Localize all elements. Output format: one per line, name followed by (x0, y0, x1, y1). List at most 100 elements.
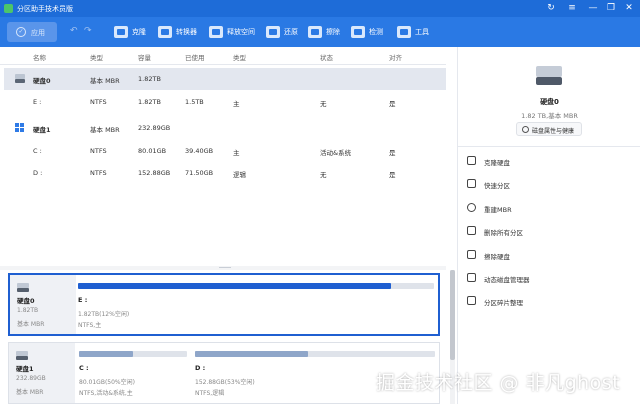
menu-icon[interactable]: ≡ (565, 2, 579, 15)
header-type[interactable]: 类型 (90, 52, 103, 62)
rebuild-mbr-icon (467, 203, 476, 212)
clone-icon (114, 26, 128, 38)
partition-capacity: 1.82TB(12%空闲) (78, 311, 130, 318)
header-align[interactable]: 对齐 (389, 52, 402, 62)
row-type: 基本 MBR (90, 77, 120, 85)
toolbar-clone[interactable]: 克隆 (114, 23, 146, 41)
op-label: 重建MBR (484, 206, 512, 214)
row-align: 是 (389, 171, 396, 179)
title-bar: 分区助手技术员版 ↻ ≡ — ❐ ✕ (0, 0, 640, 17)
partition-name: D : (195, 364, 206, 372)
row-name: E : (33, 98, 42, 106)
refresh-icon[interactable]: ↻ (544, 2, 558, 15)
row-name: 硬盘0 (33, 77, 51, 85)
minimize-button[interactable]: — (586, 2, 600, 15)
restore-button[interactable]: ❐ (604, 2, 618, 15)
op-dynamic-disk-manager[interactable]: 动态磁盘管理器 (467, 271, 627, 285)
partition-usage-bar (195, 351, 435, 357)
op-label: 克隆硬盘 (484, 159, 510, 167)
toolbar-restore[interactable]: 还原 (266, 23, 298, 41)
row-name: C : (33, 147, 42, 155)
disk-name: 硬盘1 (16, 365, 34, 373)
hdd-icon (17, 283, 29, 292)
disk-type: 基本 MBR (16, 389, 44, 396)
right-panel: 硬盘0 1.82 TB,基本 MBR 磁盘属性与健康 克隆硬盘 快速分区 重建M… (457, 47, 640, 404)
close-button[interactable]: ✕ (622, 2, 636, 15)
toolbar-label: 还原 (284, 28, 298, 36)
splitter-grip[interactable] (219, 267, 231, 268)
tools-icon (397, 26, 411, 38)
op-quick-partition[interactable]: 快速分区 (467, 177, 627, 191)
toolbar-label: 检测 (369, 28, 383, 36)
row-type: 基本 MBR (90, 126, 120, 134)
toolbar-converter[interactable]: 转换器 (158, 23, 197, 41)
toolbar-check[interactable]: 检测 (351, 23, 383, 41)
row-status: 无 (320, 171, 327, 179)
row-fstype: 主 (233, 100, 240, 108)
op-rebuild-mbr[interactable]: 重建MBR (467, 201, 627, 215)
op-defrag[interactable]: 分区碎片整理 (467, 294, 627, 308)
op-label: 动态磁盘管理器 (484, 276, 530, 284)
redo-icon[interactable]: ↷ (84, 26, 92, 36)
windows-disk-icon (15, 123, 25, 132)
restore-icon (266, 26, 280, 38)
wipe-icon (308, 26, 322, 38)
header-name[interactable]: 名称 (33, 52, 46, 62)
divider (458, 146, 640, 147)
watermark: 掘金技术社区 @ 非凡ghost (376, 372, 621, 394)
partition-fs: NTFS,活动&系统,主 (79, 390, 133, 397)
delete-all-partitions-icon (467, 226, 476, 235)
convert-icon (158, 26, 172, 38)
toolbar-tools[interactable]: 工具 (397, 23, 429, 41)
undo-icon[interactable]: ↶ (70, 26, 78, 36)
table-row-partition-d[interactable]: D : NTFS 152.88GB 71.50GB 逻辑 无 是 (4, 162, 446, 184)
table-row-disk0[interactable]: 硬盘0 基本 MBR 1.82TB (4, 68, 446, 90)
op-wipe-disk[interactable]: 擦除硬盘 (467, 248, 627, 262)
toolbar-label: 转换器 (176, 28, 197, 36)
table-row-partition-c[interactable]: C : NTFS 80.01GB 39.40GB 主 活动&系统 是 (4, 140, 446, 162)
table-row-partition-e[interactable]: E : NTFS 1.82TB 1.5TB 主 无 是 (4, 91, 446, 113)
row-fstype: 主 (233, 149, 240, 157)
op-delete-all-partitions[interactable]: 删除所有分区 (467, 224, 627, 238)
pane-splitter[interactable] (0, 266, 446, 270)
window-title: 分区助手技术员版 (17, 5, 73, 13)
partition-capacity: 152.88GB(53%空闲) (195, 379, 255, 386)
check-icon (351, 26, 365, 38)
selected-disk-info: 1.82 TB,基本 MBR (521, 112, 578, 120)
hdd-icon (16, 351, 28, 360)
header-capacity[interactable]: 容量 (138, 52, 151, 62)
op-label: 分区碎片整理 (484, 299, 523, 307)
toolbar-free-space[interactable]: 释放空间 (209, 23, 255, 41)
scrollbar-thumb[interactable] (450, 270, 455, 360)
partition-usage-bar (79, 351, 187, 357)
row-capacity: 232.89GB (138, 124, 171, 132)
header-used[interactable]: 已使用 (185, 52, 205, 62)
header-fstype[interactable]: 类型 (233, 52, 246, 62)
partition-name: C : (79, 364, 89, 372)
disk-size: 1.82TB (17, 307, 39, 314)
toolbar-wipe[interactable]: 擦除 (308, 23, 340, 41)
disk-name: 硬盘0 (17, 297, 35, 305)
apply-button[interactable]: ✓ 应用 (7, 22, 57, 42)
partition-usage-fill (78, 283, 392, 289)
app-logo-icon (4, 4, 13, 13)
apply-icon: ✓ (16, 27, 26, 37)
row-type: NTFS (90, 169, 107, 177)
table-row-disk1[interactable]: 硬盘1 基本 MBR 232.89GB (4, 117, 446, 139)
free-space-icon (209, 26, 223, 38)
toolbar-label: 擦除 (326, 28, 340, 36)
row-used: 39.40GB (185, 147, 214, 155)
row-used: 71.50GB (185, 169, 214, 177)
partition-usage-fill (79, 351, 133, 357)
selected-disk-icon (536, 66, 562, 86)
disk-properties-button[interactable]: 磁盘属性与健康 (516, 122, 582, 136)
toolbar-label: 工具 (415, 28, 429, 36)
toolbar-label: 克隆 (132, 28, 146, 36)
header-status[interactable]: 状态 (320, 52, 333, 62)
disk-card-0[interactable]: 硬盘0 1.82TB 基本 MBR E : 1.82TB(12%空闲) NTFS… (8, 273, 440, 336)
disk-size: 232.89GB (16, 375, 46, 382)
partition-usage-fill (195, 351, 308, 357)
disk-type: 基本 MBR (17, 321, 45, 328)
op-clone-disk[interactable]: 克隆硬盘 (467, 154, 627, 168)
row-align: 是 (389, 149, 396, 157)
